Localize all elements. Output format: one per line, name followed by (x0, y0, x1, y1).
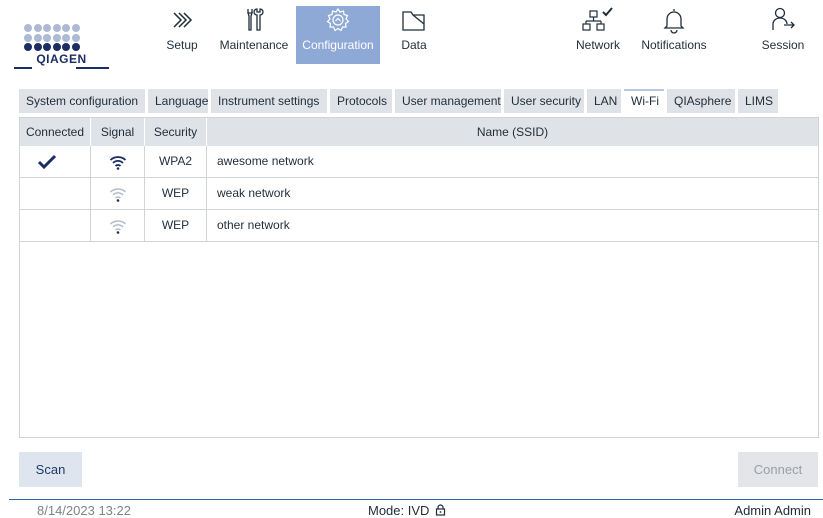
footer-divider (9, 499, 823, 500)
wifi-weak-icon (109, 188, 126, 202)
nav-setup-label: Setup (166, 38, 198, 52)
header-connected: Connected (20, 118, 91, 146)
nav-maintenance-button[interactable]: Maintenance (214, 6, 294, 64)
logo-dots (24, 24, 80, 52)
logo-dot (62, 24, 70, 32)
logo-dot (62, 43, 70, 51)
nav-notifications-button[interactable]: Notifications (634, 6, 714, 64)
nav-session-button[interactable]: Session (758, 6, 808, 64)
security-cell: WEP (145, 178, 207, 209)
check-icon (37, 154, 57, 169)
tab-lan[interactable]: LAN (587, 89, 621, 113)
folder-icon (402, 11, 425, 31)
signal-cell (91, 146, 145, 177)
logo-dot (33, 43, 42, 51)
logo-dot (62, 33, 70, 42)
tab-user-management[interactable]: User management (395, 89, 501, 113)
scan-button[interactable]: Scan (19, 452, 82, 487)
mode-indicator: Mode: IVD (368, 503, 446, 518)
logo-dot (43, 43, 51, 51)
ssid-cell: awesome network (217, 154, 314, 168)
status-bar: 8/14/2023 13:22 Mode: IVD Admin Admin (0, 503, 823, 518)
logo-dot (52, 24, 61, 32)
datetime-text: 8/14/2023 13:22 (37, 503, 131, 518)
qiagen-logo: QIAGEN (14, 24, 109, 74)
logo-dot (33, 33, 42, 42)
wifi-network-table: Connected Signal Security Name (SSID) WP… (19, 117, 819, 438)
tab-protocols[interactable]: Protocols (330, 89, 392, 113)
table-row[interactable]: WEP other network (20, 210, 818, 242)
header-name-ssid: Name (SSID) (476, 125, 549, 139)
logo-dot (24, 24, 32, 32)
logo-dot (52, 33, 61, 42)
header-security: Security (145, 118, 207, 146)
top-bar: QIAGEN Setup Maintenance Configuration D… (0, 0, 823, 72)
table-row[interactable]: WEP weak network (20, 178, 818, 210)
connected-cell (20, 146, 91, 177)
nav-setup-button[interactable]: Setup (160, 6, 204, 64)
tab-system-configuration[interactable]: System configuration (19, 89, 145, 113)
nav-maintenance-label: Maintenance (219, 38, 289, 52)
logo-dot (43, 33, 51, 42)
nav-data-button[interactable]: Data (396, 6, 432, 64)
logo-dot (24, 43, 32, 51)
tab-lims[interactable]: LIMS (738, 89, 778, 113)
wifi-strong-icon (109, 155, 126, 170)
ssid-cell: weak network (217, 186, 291, 200)
setup-icon (173, 12, 193, 28)
logo-dot (33, 24, 42, 32)
wifi-weak-icon (109, 220, 126, 234)
nav-notifications-label: Notifications (641, 38, 707, 52)
nav-session-label: Session (761, 38, 805, 52)
table-row[interactable]: WPA2 awesome network (20, 146, 818, 178)
tab-language[interactable]: Language (148, 89, 208, 113)
user-logout-icon (772, 7, 795, 30)
lock-icon (435, 504, 446, 516)
logo-wordmark: QIAGEN (36, 52, 87, 66)
mode-text: Mode: IVD (368, 503, 430, 518)
logo-dot (71, 43, 80, 51)
logo-dot (24, 33, 32, 42)
logo-line-right (76, 67, 109, 69)
nav-configuration-label: Configuration (302, 38, 374, 52)
header-signal: Signal (91, 118, 145, 146)
tab-user-security[interactable]: User security (504, 89, 584, 113)
signal-cell (91, 178, 145, 209)
connected-cell (20, 210, 91, 241)
nav-configuration-button[interactable]: Configuration (296, 6, 380, 64)
security-cell: WPA2 (145, 146, 207, 177)
gear-icon (326, 7, 350, 32)
signal-cell (91, 210, 145, 241)
tools-icon (247, 8, 264, 31)
tab-wifi[interactable]: Wi-Fi (624, 89, 664, 113)
user-name[interactable]: Admin Admin (734, 503, 811, 518)
tab-qiasphere[interactable]: QIAsphere (667, 89, 735, 113)
table-header: Connected Signal Security Name (SSID) (20, 118, 818, 146)
security-cell: WEP (145, 210, 207, 241)
logo-dot (71, 24, 80, 32)
nav-network-button[interactable]: Network (572, 6, 624, 64)
logo-dot (71, 33, 80, 42)
connected-cell (20, 178, 91, 209)
network-icon (582, 7, 613, 31)
tab-instrument-settings[interactable]: Instrument settings (211, 89, 327, 113)
nav-network-label: Network (575, 38, 620, 52)
logo-dot (43, 24, 51, 32)
ssid-cell: other network (217, 218, 290, 232)
logo-dot (52, 43, 61, 51)
nav-data-label: Data (401, 38, 427, 52)
logo-line-left (14, 67, 32, 69)
connect-button[interactable]: Connect (738, 452, 818, 487)
bell-icon (663, 9, 685, 34)
